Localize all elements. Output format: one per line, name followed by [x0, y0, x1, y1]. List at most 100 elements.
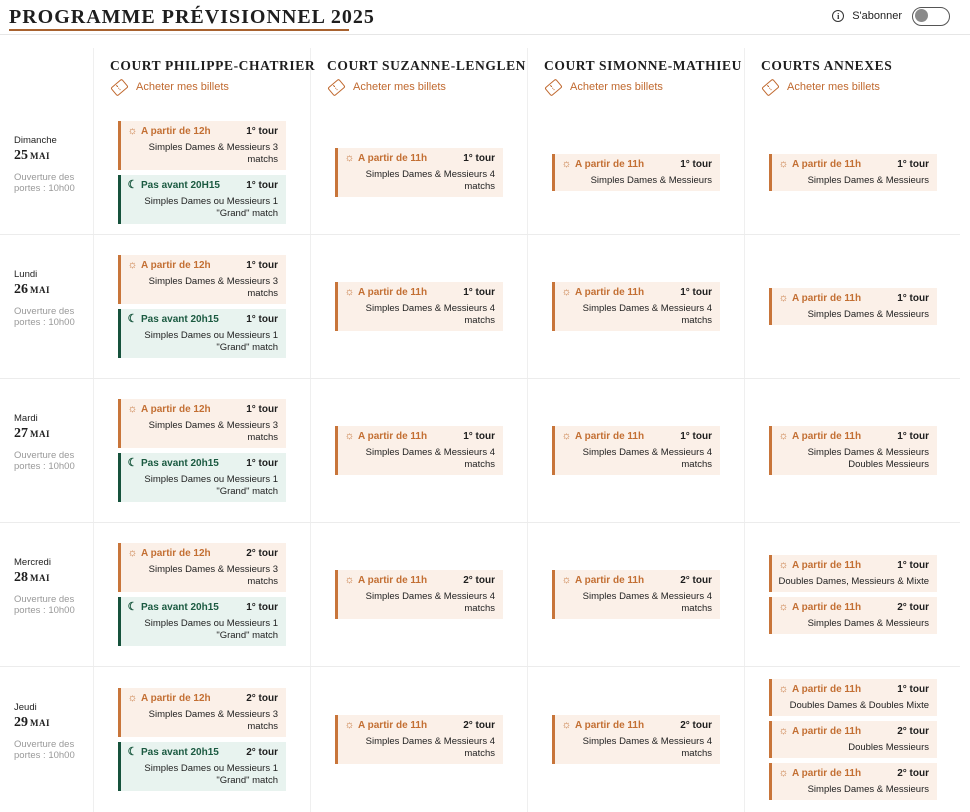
session-round: 1° tour [897, 559, 929, 571]
sun-icon: ☼ [127, 546, 138, 559]
sun-icon: ☼ [127, 402, 138, 415]
day-session-card[interactable]: ☼ A partir de 11h 1° tour Simples Dames & M… [769, 154, 937, 191]
session-description-line: Simples Dames & Messieurs 4 [365, 303, 495, 314]
day-month: MAI [30, 429, 50, 439]
day-session-card[interactable]: ☼ A partir de 11h 2° tour Simples Dames & M… [335, 715, 503, 764]
moon-icon: ☾ [127, 745, 138, 758]
session-header: ☼ A partir de 11h 2° tour [778, 725, 929, 737]
day-session-card[interactable]: ☼ A partir de 11h 1° tour Simples Dames & M… [335, 426, 503, 475]
night-session-card[interactable]: ☾ Pas avant 20H15 1° tour Simples Dames ou … [118, 175, 286, 224]
session-header: ☼ A partir de 11h 1° tour [561, 158, 712, 170]
session-round: 1° tour [246, 259, 278, 271]
session-header: ☾ Pas avant 20H15 1° tour [127, 179, 278, 191]
day-session-card[interactable]: ☼ A partir de 11h 1° tour Simples Dames & M… [552, 154, 720, 191]
day-session-card[interactable]: ☼ A partir de 11h 1° tour Simples Dames & M… [335, 282, 503, 331]
day-session-card[interactable]: ☼ A partir de 11h 2° tour Simples Dames & M… [335, 570, 503, 619]
day-session-card[interactable]: ☼ A partir de 11h 1° tour Doubles Dames, Me… [769, 555, 937, 592]
session-time-label: A partir de 12h [141, 692, 211, 704]
session-description-line: Doubles Dames, Messieurs & Mixte [778, 576, 929, 587]
session-description-line: Simples Dames & Messieurs 4 [365, 736, 495, 747]
day-month: MAI [30, 573, 50, 583]
court-name: COURT SIMONNE-MATHIEU [544, 58, 743, 73]
session-time: ☼ A partir de 11h [561, 158, 644, 170]
session-description-line: Simples Dames & Messieurs 3 [148, 276, 278, 287]
session-description-line: matchs [464, 459, 495, 470]
session-description-line: "Grand" match [216, 208, 278, 219]
session-description-line: matchs [681, 459, 712, 470]
info-icon[interactable]: i [832, 10, 845, 22]
day-number: 27 [14, 426, 28, 441]
buy-tickets-link[interactable]: Acheter mes billets [761, 77, 892, 97]
day-session-card[interactable]: ☼ A partir de 12h 2° tour Simples Dames & M… [118, 688, 286, 737]
day-session-card[interactable]: ☼ A partir de 11h 1° tour Simples Dames & M… [769, 426, 937, 475]
session-time-label: A partir de 11h [792, 292, 862, 304]
day-session-card[interactable]: ☼ A partir de 12h 2° tour Simples Dames & M… [118, 543, 286, 592]
session-description: Simples Dames & Messieurs 3 matchs [127, 142, 278, 166]
day-session-card[interactable]: ☼ A partir de 11h 2° tour Doubles Messieurs [769, 721, 937, 758]
day-session-card[interactable]: ☼ A partir de 11h 2° tour Simples Dames & M… [552, 715, 720, 764]
moon-icon: ☾ [127, 456, 138, 469]
session-description: Simples Dames & Messieurs [778, 784, 929, 796]
day-label: Dimanche 25 MAI Ouverture des portes : 10h0… [14, 135, 92, 194]
session-time: ☼ A partir de 11h [561, 719, 645, 731]
sun-icon: ☼ [344, 573, 355, 586]
buy-tickets-link[interactable]: Acheter mes billets [544, 77, 742, 97]
day-session-card[interactable]: ☼ A partir de 11h 1° tour Simples Dames & M… [769, 288, 937, 325]
day-session-card[interactable]: ☼ A partir de 11h 1° tour Doubles Dames & D… [769, 679, 937, 716]
session-description: Simples Dames & Messieurs 4 matchs [344, 591, 495, 615]
session-description: Simples Dames ou Messieurs 1 "Grand" matc… [127, 474, 278, 498]
session-round: 2° tour [463, 574, 495, 586]
session-time-label: Pas avant 20h15 [141, 313, 219, 325]
day-name: Mardi [14, 413, 38, 424]
day-month: MAI [30, 151, 50, 161]
ticket-icon [110, 77, 129, 97]
day-date: 25 MAI [14, 148, 92, 164]
session-time-label: A partir de 11h [792, 158, 862, 170]
buy-tickets-label: Acheter mes billets [353, 81, 446, 93]
day-session-card[interactable]: ☼ A partir de 11h 2° tour Simples Dames & M… [552, 570, 720, 619]
session-description: Doubles Messieurs [778, 742, 929, 754]
sun-icon: ☼ [127, 124, 138, 137]
session-time: ☼ A partir de 11h [561, 430, 644, 442]
day-session-card[interactable]: ☼ A partir de 11h 1° tour Simples Dames & M… [552, 282, 720, 331]
session-description-line: matchs [464, 748, 495, 759]
sun-icon: ☼ [778, 291, 789, 304]
session-description-line: Simples Dames & Messieurs [807, 784, 929, 795]
session-description-line: Simples Dames & Messieurs 3 [148, 709, 278, 720]
day-session-card[interactable]: ☼ A partir de 11h 2° tour Simples Dames & M… [769, 597, 937, 634]
session-round: 2° tour [680, 574, 712, 586]
session-description-line: Simples Dames ou Messieurs 1 [144, 196, 278, 207]
session-description: Doubles Dames, Messieurs & Mixte [778, 576, 929, 588]
session-header: ☾ Pas avant 20h15 1° tour [127, 601, 278, 613]
day-session-card[interactable]: ☼ A partir de 12h 1° tour Simples Dames & M… [118, 121, 286, 170]
session-description-line: Simples Dames & Messieurs 4 [582, 736, 712, 747]
session-description-line: matchs [681, 748, 712, 759]
session-header: ☾ Pas avant 20h15 1° tour [127, 457, 278, 469]
session-description-line: Simples Dames ou Messieurs 1 [144, 618, 278, 629]
buy-tickets-link[interactable]: Acheter mes billets [327, 77, 526, 97]
title-underline [9, 29, 349, 31]
day-session-card[interactable]: ☼ A partir de 11h 2° tour Simples Dames & M… [769, 763, 937, 800]
day-session-card[interactable]: ☼ A partir de 12h 1° tour Simples Dames & M… [118, 255, 286, 304]
day-session-card[interactable]: ☼ A partir de 11h 1° tour Simples Dames & M… [335, 148, 503, 197]
session-description: Simples Dames & Messieurs 3 matchs [127, 276, 278, 300]
buy-tickets-link[interactable]: Acheter mes billets [110, 77, 315, 97]
day-session-card[interactable]: ☼ A partir de 12h 1° tour Simples Dames & M… [118, 399, 286, 448]
session-description-line: Simples Dames & Messieurs 3 [148, 420, 278, 431]
subscribe-control[interactable]: i S'abonner [832, 6, 950, 26]
session-time: ☼ A partir de 11h [778, 725, 861, 737]
day-session-card[interactable]: ☼ A partir de 11h 1° tour Simples Dames & M… [552, 426, 720, 475]
session-time-label: A partir de 11h [575, 719, 645, 731]
session-round: 1° tour [680, 430, 712, 442]
night-session-card[interactable]: ☾ Pas avant 20h15 2° tour Simples Dames ou … [118, 742, 286, 791]
night-session-card[interactable]: ☾ Pas avant 20h15 1° tour Simples Dames ou … [118, 309, 286, 358]
session-round: 2° tour [246, 547, 278, 559]
night-session-card[interactable]: ☾ Pas avant 20h15 1° tour Simples Dames ou … [118, 597, 286, 646]
session-time: ☼ A partir de 11h [344, 573, 427, 586]
subscribe-toggle[interactable] [912, 6, 950, 26]
session-description: Simples Dames & Messieurs 4 matchs [344, 303, 495, 327]
session-description-line: Simples Dames & Messieurs 3 [148, 142, 278, 153]
session-description-line: matchs [681, 603, 712, 614]
session-description-line: Simples Dames & Messieurs [807, 175, 929, 186]
night-session-card[interactable]: ☾ Pas avant 20h15 1° tour Simples Dames ou … [118, 453, 286, 502]
